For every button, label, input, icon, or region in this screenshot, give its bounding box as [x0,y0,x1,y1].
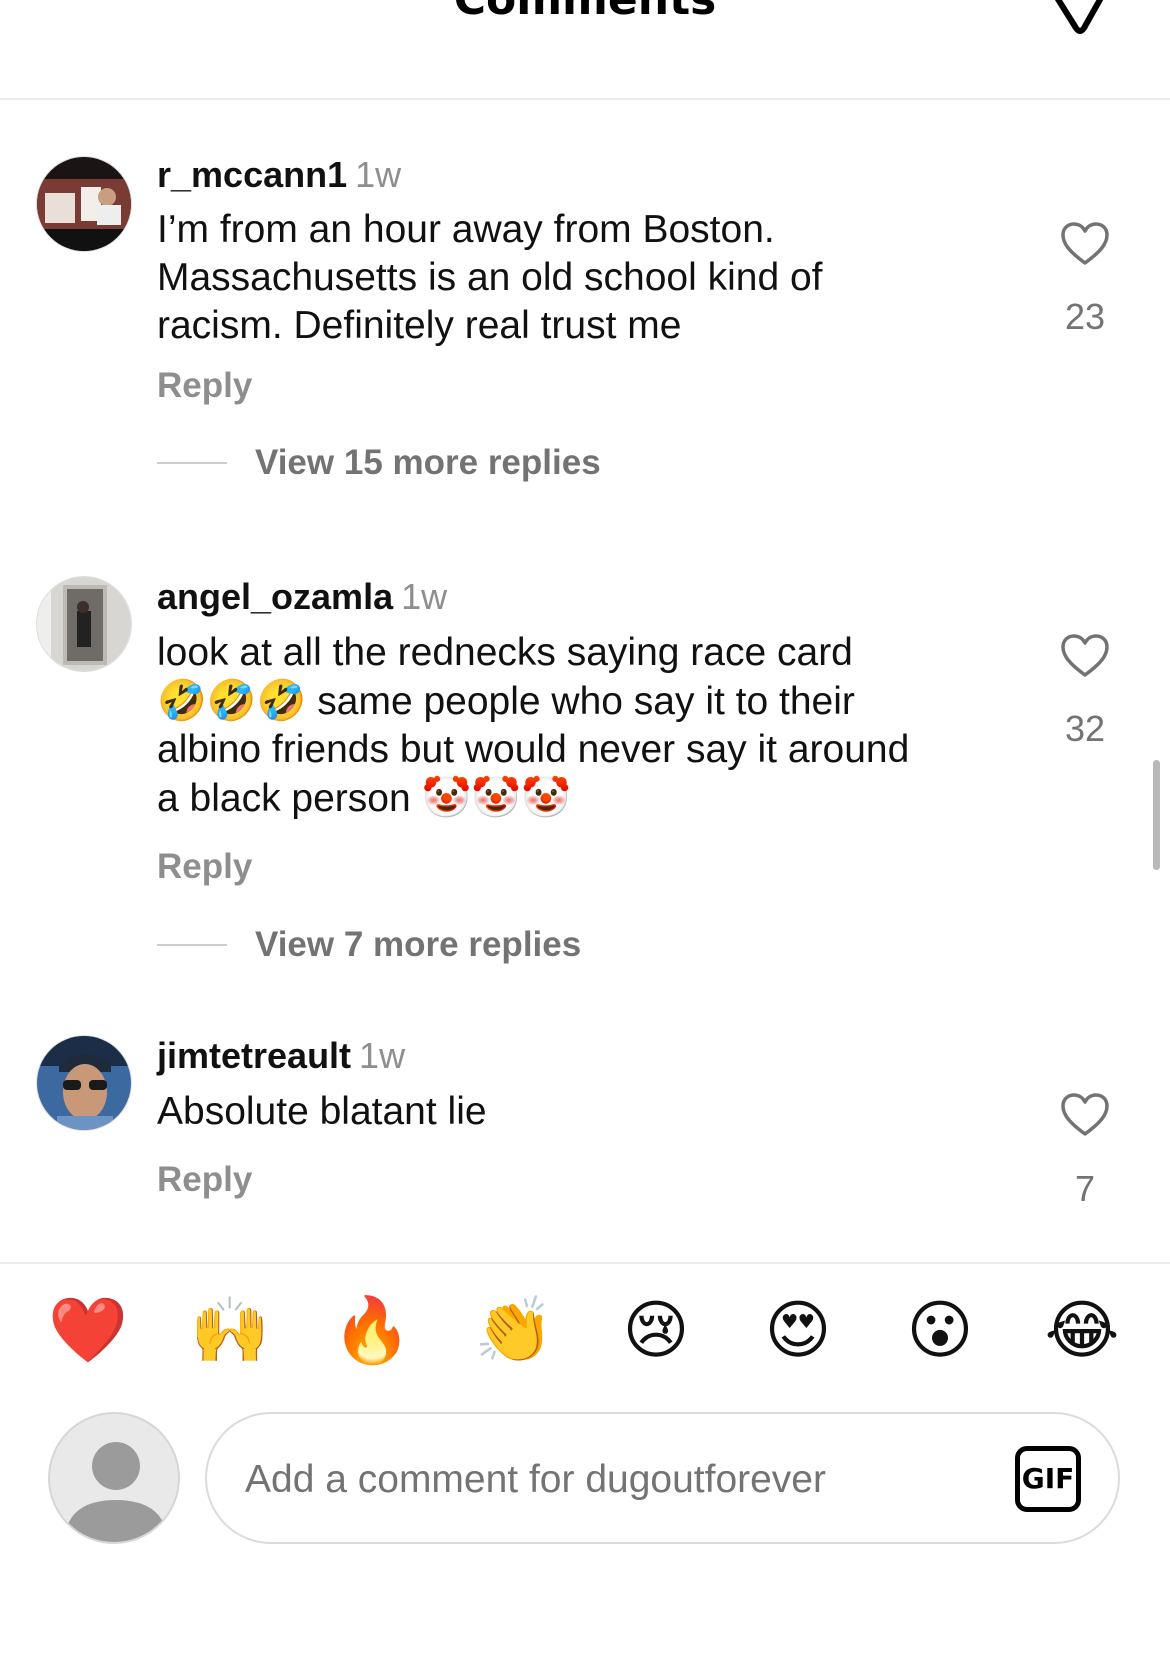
like-count: 32 [1064,708,1106,749]
reactions-divider [0,1262,1170,1264]
comment-composer: GIF [205,1412,1120,1544]
fire-reaction-button[interactable]: 🔥 [322,1290,422,1370]
username[interactable]: r_mccann1 [157,154,347,195]
avatar[interactable] [36,156,132,252]
comment-input[interactable] [245,1448,1005,1512]
comment-header: r_mccann1 1w [157,154,401,196]
comment-header: angel_ozamla 1w [157,576,447,618]
clap-reaction-button[interactable]: 👏 [464,1290,564,1370]
like-count: 23 [1064,296,1106,337]
replies-divider-line [157,944,227,946]
comment-line: I’m from an hour away from Boston. [157,208,775,251]
timestamp: 1w [401,576,448,617]
comments-header: Comments [0,0,1170,100]
comment-text: look at all the rednecks saying race car… [157,629,1007,823]
current-user-avatar [48,1412,180,1544]
page-title: Comments [0,0,1170,25]
clown-emoji: 🤡🤡🤡 [421,776,571,820]
heart-reaction-button[interactable]: ❤️ [38,1290,138,1370]
view-more-replies-button[interactable]: View 7 more replies [157,925,581,965]
quick-reactions-bar: ❤️ 🙌 🔥 👏 😢 😍 😮 😂 [0,1290,1170,1370]
view-more-replies-label: View 7 more replies [255,925,582,964]
heart-icon[interactable] [1060,222,1110,266]
comment-text: I’m from an hour away from Boston. Massa… [157,206,1007,350]
surprised-reaction-button[interactable]: 😮 [890,1290,990,1370]
default-user-icon [64,1442,168,1542]
comment-line: racism. Definitely real trust me [157,304,682,347]
comment-text: Absolute blatant lie [157,1088,1007,1136]
reply-button[interactable]: Reply [157,1160,252,1200]
raised-hands-reaction-button[interactable]: 🙌 [180,1290,280,1370]
username[interactable]: angel_ozamla [157,576,393,617]
heart-eyes-reaction-button[interactable]: 😍 [748,1290,848,1370]
scrollbar[interactable] [1153,760,1160,870]
comment-line: albino friends but would never say it ar… [157,728,910,771]
like-count: 7 [1074,1168,1096,1209]
view-more-replies-label: View 15 more replies [255,443,601,482]
comment-line: Massachusetts is an old school kind of [157,256,823,299]
crying-reaction-button[interactable]: 😢 [606,1290,706,1370]
heart-icon[interactable] [1060,1093,1110,1137]
comment-header: jimtetreault 1w [157,1035,405,1077]
heart-icon[interactable] [1060,634,1110,678]
rofl-emoji: 🤣🤣🤣 [157,679,307,723]
replies-divider-line [157,462,227,464]
view-more-replies-button[interactable]: View 15 more replies [157,443,601,483]
laughing-reaction-button[interactable]: 😂 [1032,1290,1132,1370]
comment-line-text: same people who say it to their [317,680,855,723]
username[interactable]: jimtetreault [157,1035,351,1076]
comment-line: a black person 🤡🤡🤡 [157,774,1007,823]
timestamp: 1w [359,1035,406,1076]
gif-button[interactable]: GIF [1015,1446,1081,1512]
avatar[interactable] [36,576,132,672]
filter-icon[interactable] [1050,0,1110,40]
avatar[interactable] [36,1035,132,1131]
comment-line: Absolute blatant lie [157,1090,487,1133]
comment-line: 🤣🤣🤣 same people who say it to their [157,677,1007,726]
comment-line-text: a black person [157,777,411,820]
comment-line: look at all the rednecks saying race car… [157,631,853,674]
reply-button[interactable]: Reply [157,366,252,406]
reply-button[interactable]: Reply [157,847,252,887]
comments-sheet: Comments r_mccann11w I’m from an hour aw… [0,0,1170,1658]
timestamp: 1w [355,154,402,195]
